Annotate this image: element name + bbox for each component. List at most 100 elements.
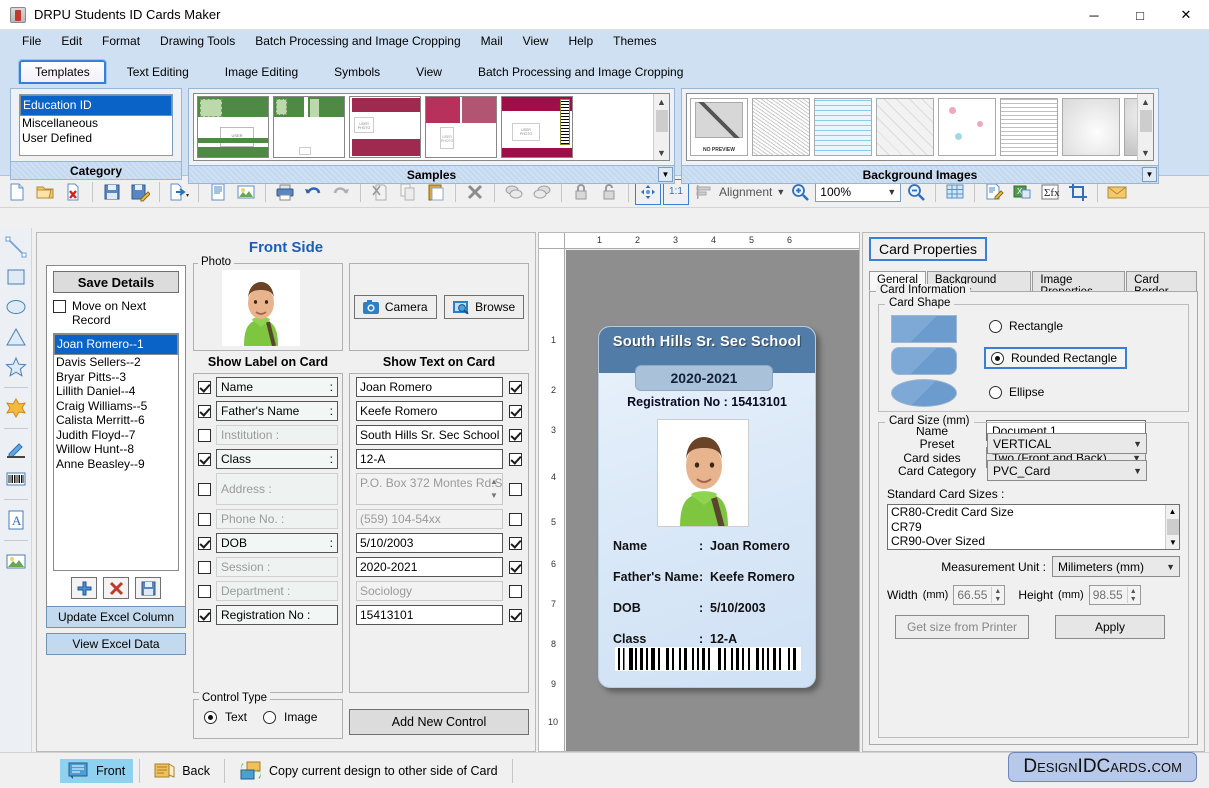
new-file-icon[interactable] xyxy=(4,179,30,205)
samples-scrollbar[interactable]: ▲ ▼ xyxy=(653,94,669,160)
save-as-icon[interactable] xyxy=(127,179,153,205)
update-excel-column-button[interactable]: Update Excel Column xyxy=(46,606,186,628)
text-input-dob[interactable]: 5/10/2003 xyxy=(356,533,503,553)
label-field-name[interactable]: Name: xyxy=(216,377,338,397)
background-thumbnail[interactable] xyxy=(876,98,934,156)
apply-button[interactable]: Apply xyxy=(1055,615,1165,639)
control-type-radio-text[interactable] xyxy=(204,711,217,724)
samples-scroll-area[interactable]: USERPHOTO USERPHOTO xyxy=(193,93,670,161)
menu-item-file[interactable]: File xyxy=(12,32,51,50)
text-checkbox-institution[interactable] xyxy=(509,429,522,442)
height-spinner-icon[interactable]: ▲▼ xyxy=(1127,587,1139,603)
menu-item-view[interactable]: View xyxy=(513,32,559,50)
standard-size-item[interactable]: CR80-Credit Card Size xyxy=(888,505,1179,520)
label-field-dob[interactable]: DOB: xyxy=(216,533,338,553)
standard-size-item-selected[interactable]: CR100-Military Size xyxy=(888,549,1179,551)
width-input[interactable]: 66.55 ▲▼ xyxy=(953,585,1005,605)
ellipse-tool-icon[interactable] xyxy=(3,294,29,320)
text-checkbox-name[interactable] xyxy=(509,381,522,394)
text-checkbox-registration-no[interactable] xyxy=(509,609,522,622)
standard-size-item[interactable]: CR79 xyxy=(888,520,1179,535)
label-checkbox-phone[interactable] xyxy=(198,513,211,526)
barcode-tool-icon[interactable] xyxy=(3,466,29,492)
text-checkbox-address[interactable] xyxy=(509,483,522,496)
record-item[interactable]: Bryar Pitts--3 xyxy=(54,370,178,385)
background-no-preview[interactable]: NO PREVIEW xyxy=(690,98,748,156)
standard-sizes-scrollbar[interactable]: ▲ ▼ xyxy=(1165,505,1179,549)
shape-swatch-rounded-rectangle[interactable] xyxy=(891,347,957,375)
zoom-level-select[interactable]: 100% ▼ xyxy=(815,182,901,202)
label-checkbox-name[interactable] xyxy=(198,381,211,394)
save-details-button[interactable]: Save Details xyxy=(53,271,179,293)
scroll-up-icon[interactable]: ▲ xyxy=(654,94,670,109)
text-checkbox-class[interactable] xyxy=(509,453,522,466)
card-registration[interactable]: Registration No : 15413101 xyxy=(599,395,815,409)
control-type-radio-image[interactable] xyxy=(263,711,276,724)
measurement-unit-select[interactable]: Milimeters (mm) ▼ xyxy=(1052,556,1180,577)
scroll-up-icon[interactable]: ▲ xyxy=(1138,94,1154,109)
tab-image-properties[interactable]: Image Properties xyxy=(1032,271,1125,291)
text-input-department[interactable]: Sociology xyxy=(356,581,503,601)
text-checkbox-session[interactable] xyxy=(509,561,522,574)
menu-item-themes[interactable]: Themes xyxy=(603,32,666,50)
browse-button[interactable]: Browse xyxy=(444,295,524,319)
background-thumbnail[interactable] xyxy=(1062,98,1120,156)
get-size-from-printer-button[interactable]: Get size from Printer xyxy=(895,615,1029,639)
background-thumbnail[interactable] xyxy=(938,98,996,156)
id-card-preview[interactable]: South Hills Sr. Sec School 2020-2021 Reg… xyxy=(598,326,816,688)
radio-ellipse[interactable] xyxy=(989,386,1002,399)
scroll-down-icon[interactable]: ▼ xyxy=(654,145,670,160)
tab-symbols[interactable]: Symbols xyxy=(318,60,396,84)
camera-button[interactable]: Camera xyxy=(354,295,437,319)
maximize-button[interactable]: □ xyxy=(1117,0,1163,30)
rectangle-tool-icon[interactable] xyxy=(3,264,29,290)
text-input-address[interactable]: P.O. Box 372 Montes Rd.Springdale ▲▼ xyxy=(356,473,503,505)
text-input-session[interactable]: 2020-2021 xyxy=(356,557,503,577)
radio-rounded-rectangle[interactable] xyxy=(991,352,1004,365)
menu-item-batch-processing[interactable]: Batch Processing and Image Cropping xyxy=(245,32,470,50)
scroll-down-icon[interactable]: ▼ xyxy=(1166,536,1180,549)
close-button[interactable]: ✕ xyxy=(1163,0,1209,30)
sample-thumbnail[interactable]: USERPHOTO xyxy=(501,96,573,158)
background-images-expand-icon[interactable]: ▼ xyxy=(1142,167,1157,182)
view-excel-data-button[interactable]: View Excel Data xyxy=(46,633,186,655)
delete-file-icon[interactable] xyxy=(60,179,86,205)
tab-image-editing[interactable]: Image Editing xyxy=(209,60,314,84)
text-input-class[interactable]: 12-A xyxy=(356,449,503,469)
scroll-thumb[interactable] xyxy=(1140,110,1152,132)
sample-thumbnail[interactable]: USERPHOTO xyxy=(349,96,421,158)
shape-option-rounded-rectangle[interactable]: Rounded Rectangle xyxy=(984,347,1127,369)
label-field-institution[interactable]: Institution : xyxy=(216,425,338,445)
text-input-fathers-name[interactable]: Keefe Romero xyxy=(356,401,503,421)
samples-expand-icon[interactable]: ▼ xyxy=(658,167,673,182)
label-checkbox-registration-no[interactable] xyxy=(198,609,211,622)
record-list[interactable]: Joan Romero--1 Davis Sellers--2 Bryar Pi… xyxy=(53,333,179,571)
category-list[interactable]: Education ID Miscellaneous User Defined xyxy=(19,94,173,156)
menu-item-mail[interactable]: Mail xyxy=(471,32,513,50)
triangle-tool-icon[interactable] xyxy=(3,324,29,350)
alignment-dropdown-icon[interactable]: ▼ xyxy=(776,187,785,197)
menu-item-format[interactable]: Format xyxy=(92,32,150,50)
radio-rectangle[interactable] xyxy=(989,320,1002,333)
text-input-name[interactable]: Joan Romero xyxy=(356,377,503,397)
text-input-registration-no[interactable]: 15413101 xyxy=(356,605,503,625)
save-record-icon[interactable] xyxy=(135,577,161,599)
record-item[interactable]: Anne Beasley--9 xyxy=(54,457,178,472)
card-canvas[interactable]: South Hills Sr. Sec School 2020-2021 Reg… xyxy=(566,250,859,751)
shape-option-rectangle[interactable]: Rectangle xyxy=(989,319,1063,333)
text-checkbox-department[interactable] xyxy=(509,585,522,598)
preset-select[interactable]: VERTICAL ▼ xyxy=(987,433,1147,454)
menu-item-drawing-tools[interactable]: Drawing Tools xyxy=(150,32,245,50)
add-new-control-button[interactable]: Add New Control xyxy=(349,709,529,735)
tab-view[interactable]: View xyxy=(400,60,458,84)
text-input-phone[interactable]: (559) 104-54xx xyxy=(356,509,503,529)
background-thumbnail[interactable] xyxy=(1000,98,1058,156)
width-spinner-icon[interactable]: ▲▼ xyxy=(991,587,1003,603)
record-item[interactable]: Craig Williams--5 xyxy=(54,399,178,414)
text-checkbox-phone[interactable] xyxy=(509,513,522,526)
sample-thumbnail[interactable]: USERPHOTO xyxy=(197,96,269,158)
record-item[interactable]: Joan Romero--1 xyxy=(54,334,178,355)
image-tool-icon[interactable] xyxy=(3,548,29,574)
standard-size-item[interactable]: CR90-Over Sized xyxy=(888,534,1179,549)
record-item[interactable]: Willow Hunt--8 xyxy=(54,442,178,457)
